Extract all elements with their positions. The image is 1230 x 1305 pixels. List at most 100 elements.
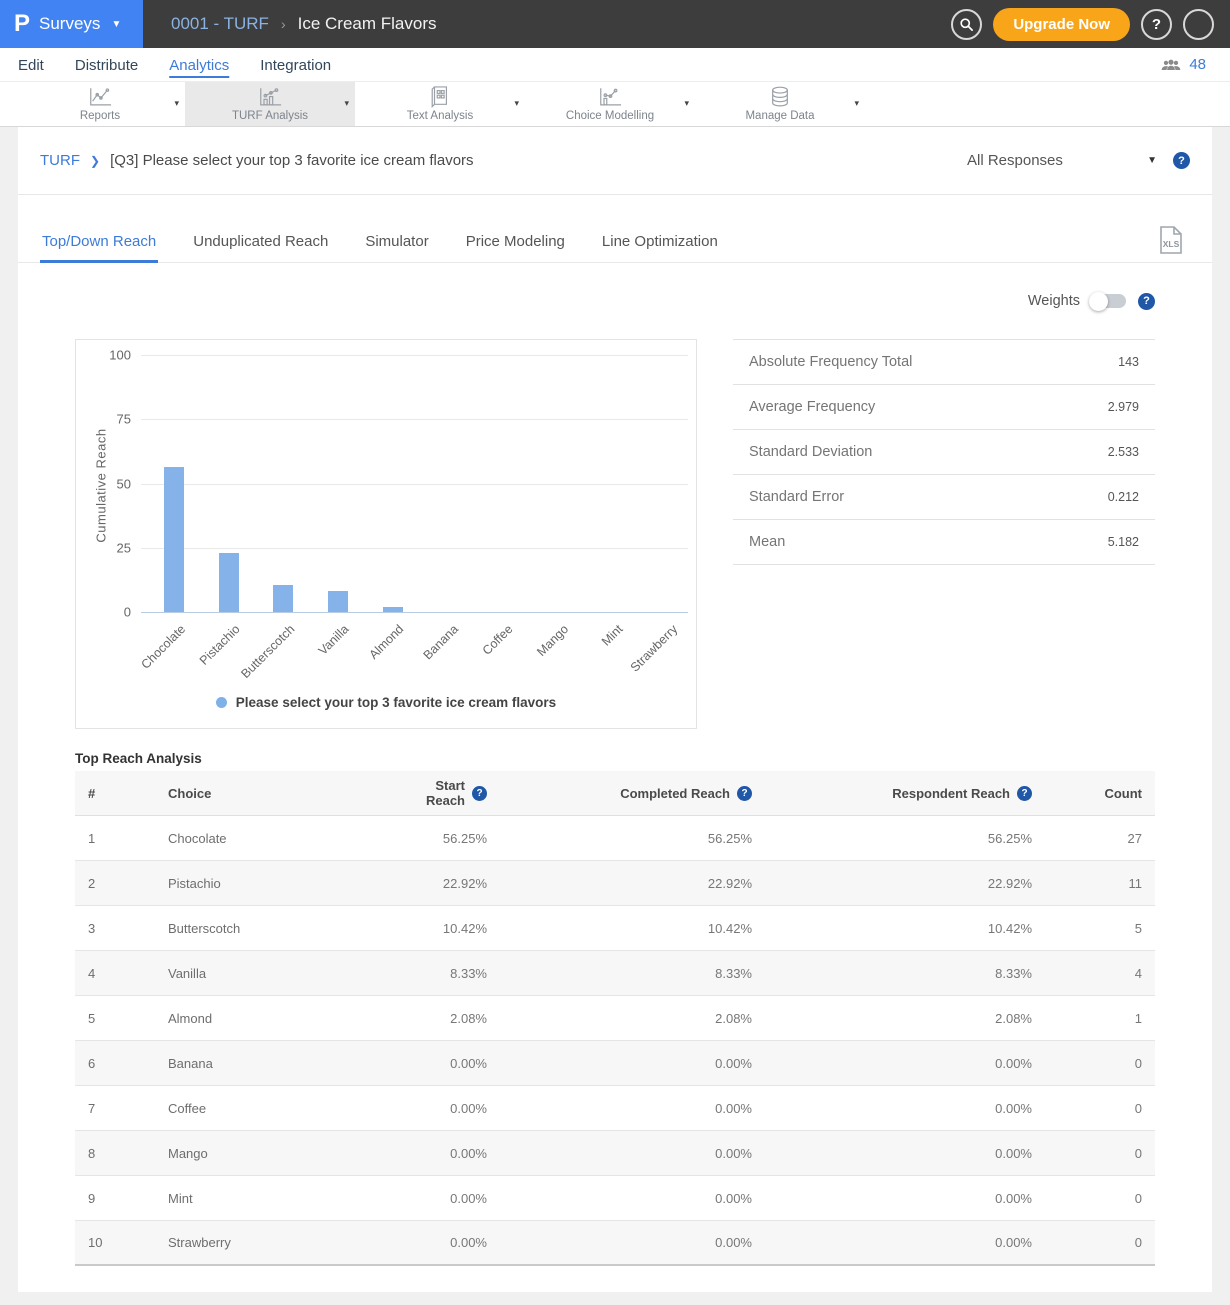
weights-help-icon[interactable]: ? [1138, 293, 1155, 310]
weights-toggle[interactable] [1092, 294, 1126, 308]
chevron-down-icon: ▾ [684, 98, 689, 109]
breadcrumb: 0001 - TURF › Ice Cream Flavors [171, 14, 437, 34]
chart-legend: Please select your top 3 favorite ice cr… [76, 695, 696, 710]
rank-cell: 1 [75, 831, 155, 846]
help-button[interactable]: ? [1141, 9, 1172, 40]
table-row-coffee: 7Coffee0.00%0.00%0.00%0 [75, 1086, 1155, 1131]
value-cell: 8.33% [500, 966, 765, 981]
completed-reach-help-icon[interactable]: ? [737, 786, 752, 801]
avatar[interactable] [1183, 9, 1214, 40]
x-axis-label-mango: Mango [534, 622, 571, 659]
x-axis-label-coffee: Coffee [480, 622, 516, 658]
value-cell: 0.00% [765, 1101, 1045, 1116]
chevron-down-icon: ▼ [1147, 155, 1157, 166]
chevron-down-icon: ▾ [854, 98, 859, 109]
nav-item-edit[interactable]: Edit [18, 55, 44, 74]
table-row-butterscotch: 3Butterscotch10.42%10.42%10.42%5 [75, 906, 1155, 951]
toolbar-item-manage-data[interactable]: Manage Data▾ [695, 82, 865, 126]
gridline [141, 548, 688, 549]
respondent-reach-help-icon[interactable]: ? [1017, 786, 1032, 801]
top-reach-section: Top Reach Analysis #ChoiceStart Reach?Co… [18, 745, 1212, 1288]
tab-top-down-reach[interactable]: Top/Down Reach [40, 223, 158, 263]
tab-price-modeling[interactable]: Price Modeling [464, 223, 567, 262]
svg-text:XLS: XLS [1163, 239, 1180, 249]
choice-cell: Strawberry [155, 1235, 405, 1250]
filter-help-icon[interactable]: ? [1173, 152, 1190, 169]
toolbar-item-label: Reports [80, 110, 120, 122]
turf-card: TURF ❯ [Q3] Please select your top 3 fav… [18, 127, 1212, 1292]
value-cell: 2.08% [405, 1011, 500, 1026]
value-cell: 8.33% [765, 966, 1045, 981]
choice-cell: Butterscotch [155, 921, 405, 936]
gridline [141, 484, 688, 485]
value-cell: 0.00% [405, 1056, 500, 1071]
tab-simulator[interactable]: Simulator [363, 223, 430, 262]
surveys-menu[interactable]: P Surveys ▼ [0, 0, 143, 48]
turf-breadcrumb-link[interactable]: TURF [40, 152, 80, 169]
value-cell: 0 [1045, 1056, 1155, 1071]
value-cell: 56.25% [500, 831, 765, 846]
responses-filter-dropdown[interactable]: All Responses ▼ [967, 152, 1157, 169]
toolbar-item-turf-analysis[interactable]: TURF Analysis ▾ [185, 82, 355, 126]
column-header-completed-reach: Completed Reach? [500, 786, 765, 801]
value-cell: 0.00% [500, 1146, 765, 1161]
breadcrumb-survey-id[interactable]: 0001 - TURF [171, 14, 269, 34]
rank-cell: 10 [75, 1235, 155, 1250]
x-axis-label-butterscotch: Butterscotch [238, 622, 297, 681]
tab-unduplicated-reach[interactable]: Unduplicated Reach [191, 223, 330, 262]
chart-plot-area: 0255075100ChocolatePistachioButterscotch… [141, 355, 688, 612]
x-axis-label-pistachio: Pistachio [197, 622, 243, 668]
table-row-chocolate: 1Chocolate56.25%56.25%56.25%27 [75, 816, 1155, 861]
value-cell: 22.92% [765, 876, 1045, 891]
value-cell: 0.00% [765, 1235, 1045, 1250]
column-header-start-reach: Start Reach? [405, 778, 500, 808]
nav-item-distribute[interactable]: Distribute [75, 55, 138, 74]
y-axis-tick: 0 [91, 605, 131, 620]
product-name: Surveys [39, 14, 100, 34]
y-axis-tick: 25 [91, 540, 131, 555]
choice-cell: Pistachio [155, 876, 405, 891]
cumulative-reach-chart: Cumulative Reach 0255075100ChocolatePist… [75, 339, 697, 729]
upgrade-now-button[interactable]: Upgrade Now [993, 8, 1130, 41]
nav-item-analytics[interactable]: Analytics [169, 55, 229, 74]
toolbar-item-reports[interactable]: Reports ▾ [15, 82, 185, 126]
breadcrumb-survey-name: Ice Cream Flavors [298, 14, 437, 34]
chevron-down-icon: ▾ [174, 98, 179, 109]
choice-cell: Coffee [155, 1101, 405, 1116]
analysis-row: Cumulative Reach 0255075100ChocolatePist… [18, 339, 1212, 729]
toolbar-item-choice-modelling[interactable]: Choice Modelling▾ [525, 82, 695, 126]
top-reach-table: #ChoiceStart Reach?Completed Reach?Respo… [75, 771, 1155, 1266]
start-reach-help-icon[interactable]: ? [472, 786, 487, 801]
gridline [141, 419, 688, 420]
frequency-stats-panel: Absolute Frequency Total143Average Frequ… [733, 339, 1155, 729]
toolbar-item-text-analysis[interactable]: Text Analysis▾ [355, 82, 525, 126]
x-axis-label-vanilla: Vanilla [316, 622, 352, 658]
stat-label: Standard Error [749, 489, 844, 505]
rank-cell: 8 [75, 1146, 155, 1161]
value-cell: 0 [1045, 1235, 1155, 1250]
respondent-count-button[interactable]: 48 [1161, 56, 1206, 73]
export-xls-button[interactable]: XLS [1158, 225, 1184, 255]
survey-nav: Edit Distribute Analytics Integration 48 [0, 48, 1230, 82]
table-row-vanilla: 4Vanilla8.33%8.33%8.33%4 [75, 951, 1155, 996]
stat-row-average-frequency: Average Frequency2.979 [733, 385, 1155, 430]
value-cell: 11 [1045, 876, 1155, 891]
choice-cell: Banana [155, 1056, 405, 1071]
value-cell: 0.00% [500, 1101, 765, 1116]
toolbar-item-label: Text Analysis [407, 110, 473, 122]
database-icon [769, 87, 791, 108]
x-axis-label-almond: Almond [367, 622, 407, 662]
choice-cell: Vanilla [155, 966, 405, 981]
value-cell: 10.42% [405, 921, 500, 936]
chevron-down-icon: ▾ [344, 98, 349, 109]
page-area: TURF ❯ [Q3] Please select your top 3 fav… [0, 127, 1230, 1305]
value-cell: 27 [1045, 831, 1155, 846]
value-cell: 0.00% [765, 1056, 1045, 1071]
toolbar-item-label: TURF Analysis [232, 110, 308, 122]
value-cell: 0 [1045, 1146, 1155, 1161]
search-button[interactable] [951, 9, 982, 40]
nav-item-integration[interactable]: Integration [260, 55, 331, 74]
gridline [141, 355, 688, 356]
tab-line-optimization[interactable]: Line Optimization [600, 223, 720, 262]
value-cell: 0.00% [500, 1191, 765, 1206]
